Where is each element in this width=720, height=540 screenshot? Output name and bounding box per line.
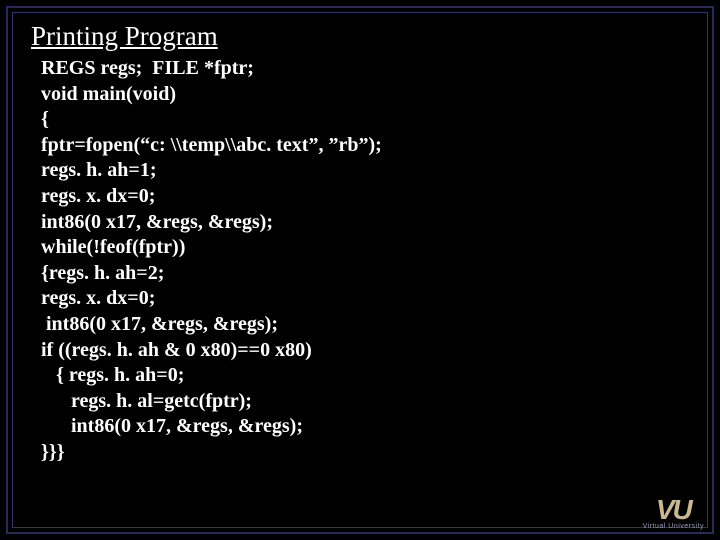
code-line: {regs. h. ah=2; [41, 261, 693, 287]
code-line: fptr=fopen(“c: \\temp\\abc. text”, ”rb”)… [41, 133, 693, 159]
code-line: }}} [41, 440, 693, 466]
code-line: { [41, 107, 693, 133]
code-block: REGS regs; FILE *fptr; void main(void) {… [41, 56, 693, 466]
code-line: regs. h. ah=1; [41, 158, 693, 184]
code-line: REGS regs; FILE *fptr; [41, 56, 693, 82]
slide-outer-frame: Printing Program REGS regs; FILE *fptr; … [6, 6, 714, 534]
logo-text: VU [643, 494, 704, 526]
code-line: int86(0 x17, &regs, &regs); [41, 312, 693, 338]
code-line: regs. x. dx=0; [41, 286, 693, 312]
code-line: while(!feof(fptr)) [41, 235, 693, 261]
code-line: int86(0 x17, &regs, &regs); [41, 210, 693, 236]
code-line: void main(void) [41, 82, 693, 108]
code-line: { regs. h. ah=0; [41, 363, 693, 389]
slide-inner-frame: Printing Program REGS regs; FILE *fptr; … [12, 12, 708, 528]
logo-subtext: Virtual University [643, 523, 704, 530]
code-line: int86(0 x17, &regs, &regs); [41, 414, 693, 440]
code-line: regs. x. dx=0; [41, 184, 693, 210]
vu-logo: VU Virtual University [643, 494, 704, 530]
code-line: if ((regs. h. ah & 0 x80)==0 x80) [41, 338, 693, 364]
code-line: regs. h. al=getc(fptr); [41, 389, 693, 415]
slide-title: Printing Program [31, 21, 693, 52]
